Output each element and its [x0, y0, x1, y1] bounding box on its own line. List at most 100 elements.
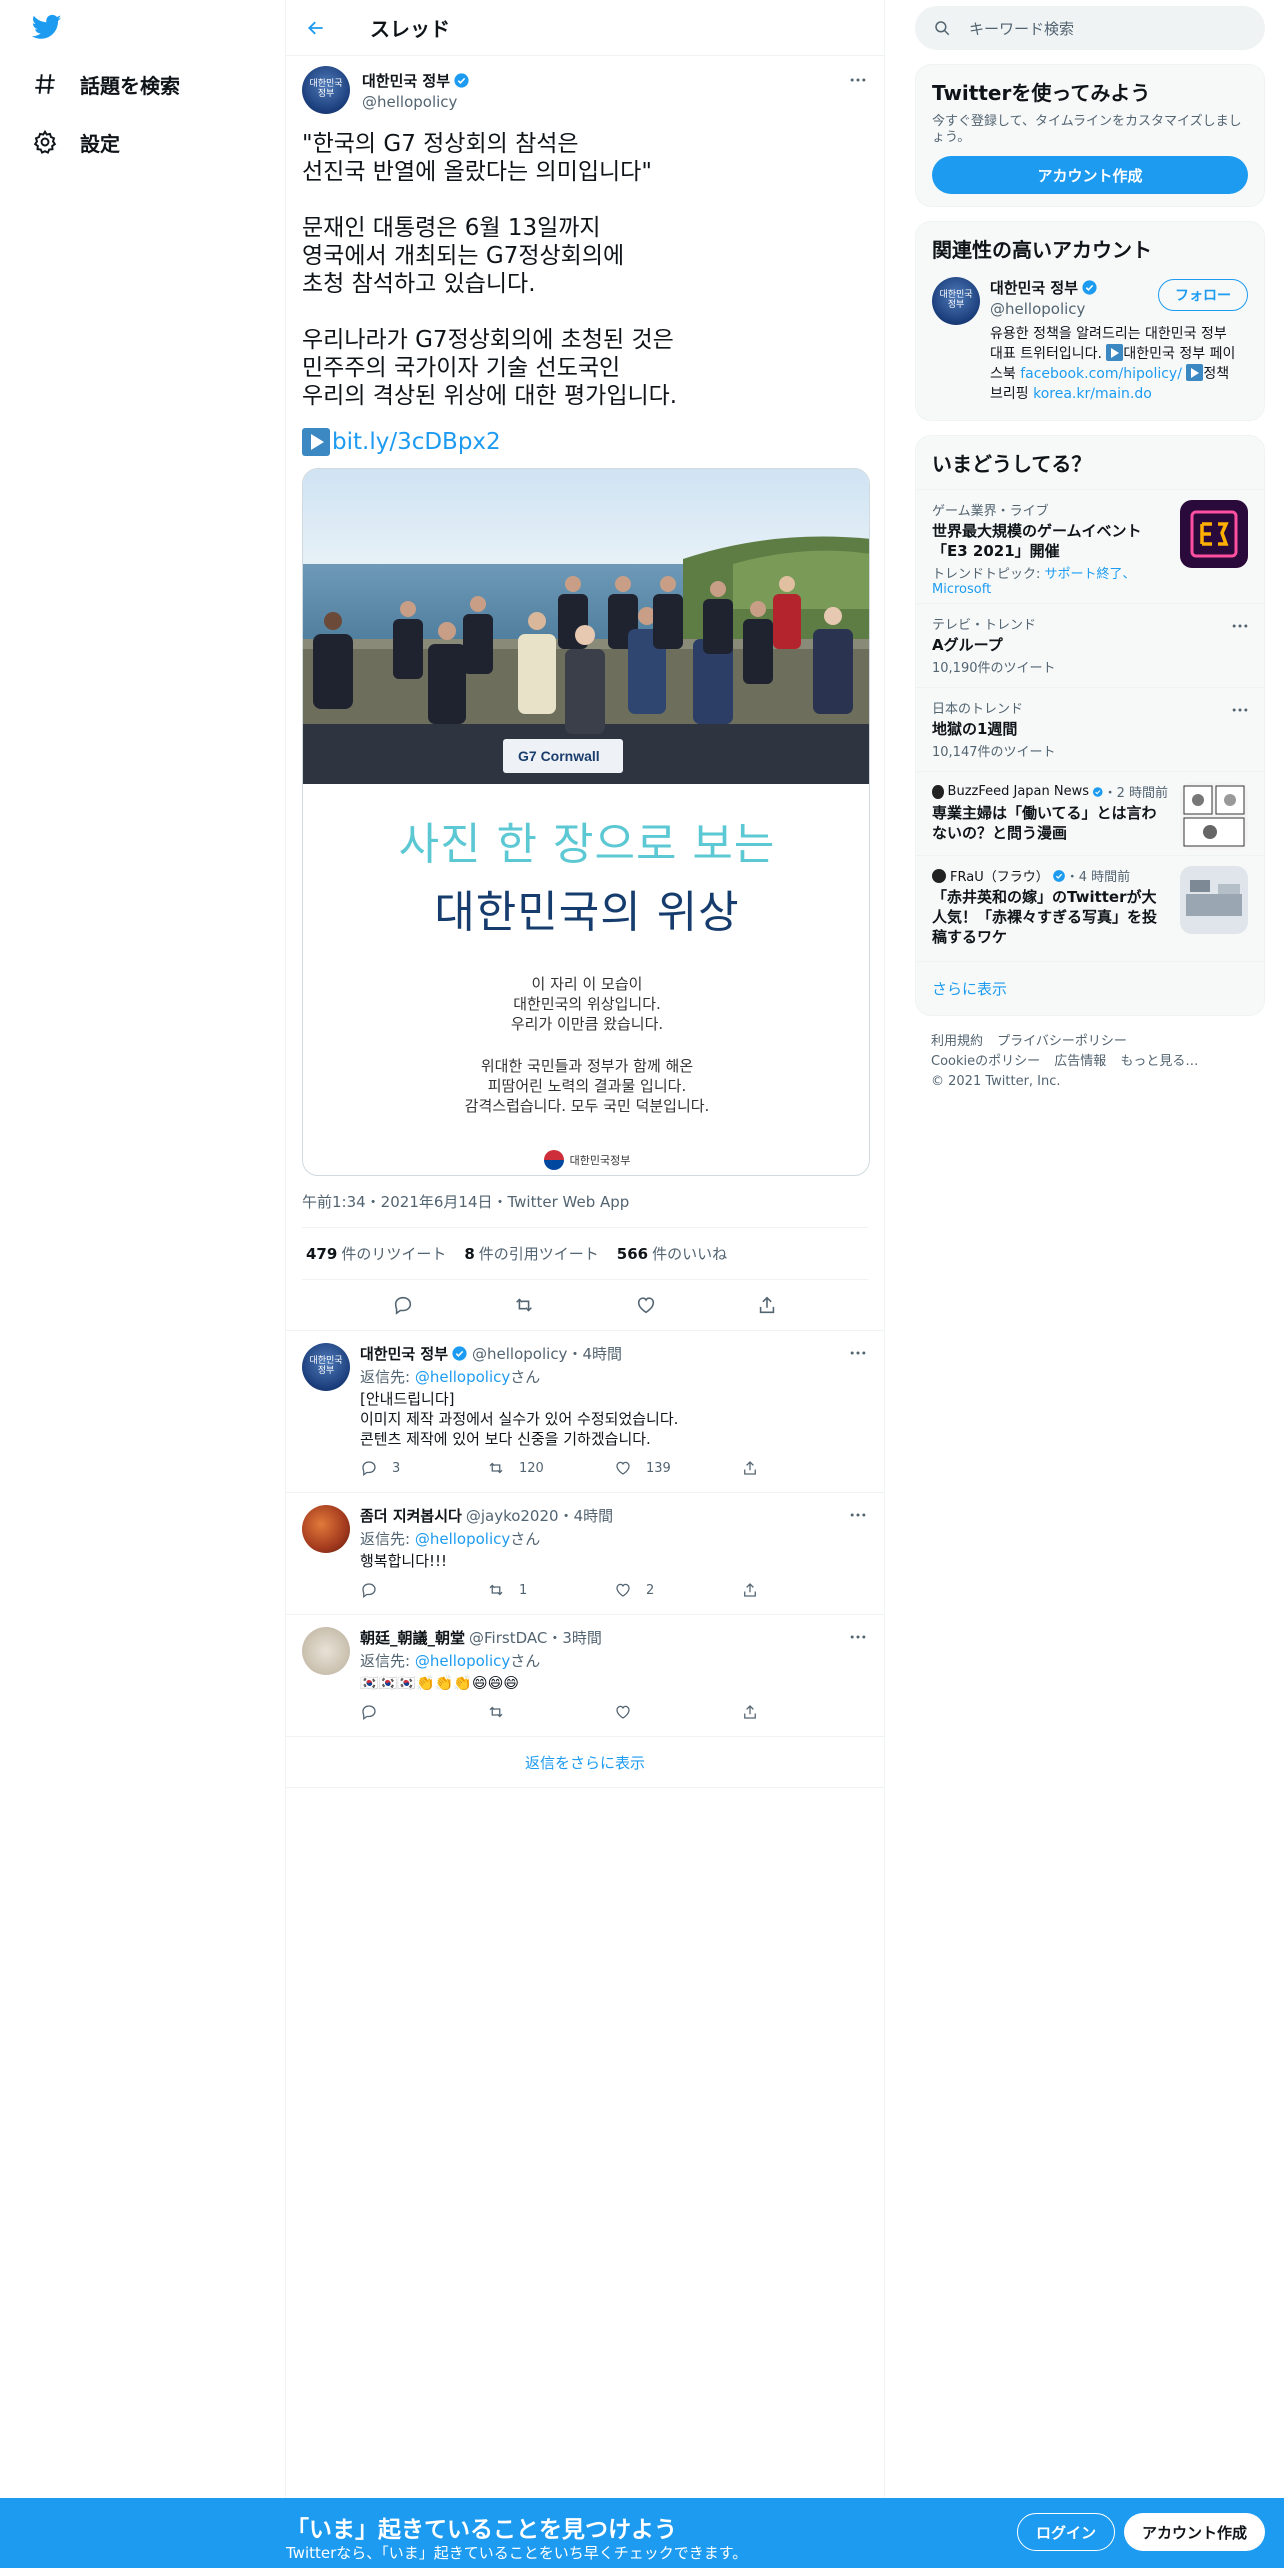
share-button[interactable]	[741, 1581, 868, 1599]
reply-author-name[interactable]: 대한민국 정부	[360, 1343, 448, 1364]
trends-panel: いまどうしてる？ ゲーム業界・ライブ 世界最大規模のゲームイベント「E3 202…	[915, 435, 1265, 1016]
bio-link-korea[interactable]: korea.kr/main.do	[1033, 386, 1152, 402]
tweet-media-image[interactable]: G7 Cornwall 사진 한 장으로 보는 대한민국의 위상 이 자리 이 …	[302, 468, 870, 1176]
retweet-button[interactable]: 120	[487, 1459, 614, 1477]
reply-button[interactable]	[360, 1703, 487, 1721]
more-options-icon[interactable]	[848, 1627, 868, 1647]
footer-link-ads[interactable]: 広告情報	[1054, 1054, 1106, 1069]
login-button[interactable]: ログイン	[1017, 2513, 1116, 2551]
related-account[interactable]: 대한민국 정부 대한민국 정부 @hellopolicy 유용한 정책을 알려드…	[932, 277, 1248, 404]
reply-tweet[interactable]: 좀더 지켜봅시다 @jayko2020 ・4時間 返信先: @hellopoli…	[286, 1492, 884, 1614]
more-options-icon[interactable]	[848, 1343, 868, 1363]
footer-link-cookies[interactable]: Cookieのポリシー	[931, 1054, 1040, 1069]
see-more-link[interactable]: さらに表示	[916, 961, 1264, 1015]
quote-count[interactable]: 8 件の引用ツイート	[464, 1243, 598, 1264]
reply-author-handle[interactable]: @jayko2020	[466, 1507, 559, 1525]
reply-time[interactable]: ・3時間	[547, 1627, 602, 1648]
share-icon[interactable]	[756, 1294, 778, 1316]
footer-link-more[interactable]: もっと見る…	[1120, 1054, 1198, 1069]
retweet-icon[interactable]	[513, 1294, 535, 1316]
search-input[interactable]: キーワード検索	[915, 6, 1265, 50]
follow-button[interactable]: フォロー	[1158, 279, 1248, 311]
right-sidebar: キーワード検索 Twitterを使ってみよう 今すぐ登録して、タイムラインをカス…	[915, 0, 1265, 1108]
share-button[interactable]	[741, 1459, 868, 1477]
reply-icon	[362, 1583, 376, 1599]
tweet-timestamp[interactable]: 午前1:34・2021年6月14日・Twitter Web App	[302, 1192, 868, 1228]
reply-actions	[360, 1703, 868, 1721]
reply-author-handle[interactable]: @FirstDAC	[469, 1629, 547, 1647]
verified-badge-icon	[1082, 280, 1097, 295]
trend-item[interactable]: ゲーム業界・ライブ 世界最大規模のゲームイベント「E3 2021」開催 トレンド…	[916, 489, 1264, 603]
news-item[interactable]: BuzzFeed Japan News ・2 時間前 専業主婦は「働いてる」とは…	[916, 771, 1264, 855]
reply-actions: 3 120 139	[360, 1459, 868, 1477]
reply-to-link[interactable]: @hellopolicy	[415, 1530, 510, 1548]
avatar[interactable]: 대한민국 정부	[302, 66, 350, 114]
nav-explore[interactable]: 話題を検索	[32, 64, 180, 104]
reply-time[interactable]: ・4時間	[567, 1343, 622, 1364]
manga-thumbnail	[1180, 782, 1248, 850]
account-name-text: 대한민국 정부	[990, 279, 1079, 297]
reply-time[interactable]: ・4時間	[559, 1505, 614, 1526]
footer-link-terms[interactable]: 利用規約	[931, 1034, 983, 1049]
reply-to-link[interactable]: @hellopolicy	[415, 1652, 510, 1670]
tweet-link[interactable]: bit.ly/3cDBpx2	[332, 428, 501, 456]
author-name-text: 대한민국 정부	[362, 72, 451, 90]
like-button[interactable]	[614, 1703, 741, 1721]
reply-button[interactable]: 3	[360, 1459, 487, 1477]
twitter-logo-icon[interactable]	[30, 12, 64, 42]
reply-icon[interactable]	[392, 1294, 414, 1316]
avatar[interactable]	[302, 1627, 350, 1675]
card-paragraph-2: 위대한 국민들과 정부가 함께 해온 피땀어린 노력의 결과물 입니다. 감격스…	[464, 1057, 710, 1115]
like-heart-icon	[616, 1461, 630, 1475]
more-options-icon[interactable]	[848, 70, 868, 90]
more-options-icon[interactable]	[1230, 700, 1250, 720]
more-options-icon[interactable]	[1230, 616, 1250, 636]
trend-item[interactable]: 日本のトレンド 地獄の1週間 10,147件のツイート	[916, 687, 1264, 771]
like-count[interactable]: 566 件のいいね	[617, 1243, 727, 1264]
like-button[interactable]: 2	[614, 1581, 741, 1599]
retweet-button[interactable]: 1	[487, 1581, 614, 1599]
avatar[interactable]	[302, 1505, 350, 1553]
avatar[interactable]: 대한민국 정부	[302, 1343, 350, 1391]
trend-meta: テレビ・トレンド	[932, 618, 1037, 633]
more-options-icon[interactable]	[848, 1505, 868, 1525]
trend-item[interactable]: テレビ・トレンド Aグループ 10,190件のツイート	[916, 603, 1264, 687]
reply-tweet[interactable]: 대한민국 정부 대한민국 정부 @hellopolicy ・4時間 返信先: @…	[286, 1330, 884, 1492]
bio-link-facebook[interactable]: facebook.com/hipolicy/	[1020, 366, 1182, 382]
like-button[interactable]: 139	[614, 1459, 741, 1477]
news-item[interactable]: FRaU（フラウ） ・4 時間前 「赤井英和の嫁」のTwitterが大人気！「赤…	[916, 855, 1264, 961]
reply-author-name[interactable]: 좀더 지켜봅시다	[360, 1505, 462, 1526]
trend-sub-prefix: トレンドトピック:	[932, 567, 1045, 582]
verified-badge-icon	[1052, 869, 1065, 882]
government-seal: 대한민국정부	[303, 1150, 869, 1170]
back-arrow-icon[interactable]	[306, 18, 326, 38]
share-button[interactable]	[741, 1703, 868, 1721]
nav-settings[interactable]: 設定	[32, 122, 120, 162]
reply-to-line: 返信先: @hellopolicyさん	[360, 1366, 868, 1387]
trend-title: 世界最大規模のゲームイベント「E3 2021」開催	[932, 522, 1142, 560]
reply-author-handle[interactable]: @hellopolicy	[472, 1345, 567, 1363]
show-more-replies-button[interactable]: 返信をさらに表示	[286, 1736, 884, 1788]
thread-column: スレッド 대한민국 정부 대한민국 정부 @hellopolicy "한국의 G…	[285, 0, 885, 2498]
taeguk-emblem-icon	[543, 1150, 564, 1170]
retweet-count[interactable]: 479 件のリツイート	[306, 1243, 446, 1264]
bottom-bar-subtitle: Twitterなら、「いま」起きていることをいち早くチェックできます。	[286, 2544, 748, 2562]
reply-to-link[interactable]: @hellopolicy	[415, 1368, 510, 1386]
retweet-button[interactable]	[487, 1703, 614, 1721]
share-icon	[744, 1705, 756, 1719]
author-handle[interactable]: @hellopolicy	[362, 93, 470, 111]
play-button-emoji-icon	[1186, 364, 1204, 381]
signup-button[interactable]: アカウント作成	[1124, 2513, 1266, 2551]
reply-header: 대한민국 정부 @hellopolicy ・4時間	[360, 1343, 868, 1364]
reply-tweet[interactable]: 朝廷_朝議_朝堂 @FirstDAC ・3時間 返信先: @hellopolic…	[286, 1614, 884, 1736]
reply-author-name[interactable]: 朝廷_朝議_朝堂	[360, 1627, 465, 1648]
retweet-count: 1	[519, 1582, 528, 1598]
create-account-button[interactable]: アカウント作成	[932, 156, 1248, 194]
author-name[interactable]: 대한민국 정부	[362, 70, 470, 91]
avatar[interactable]: 대한민국 정부	[932, 277, 980, 325]
reply-button[interactable]	[360, 1581, 487, 1599]
trend-title: Aグループ	[932, 636, 1003, 654]
footer-link-privacy[interactable]: プライバシーポリシー	[997, 1034, 1127, 1049]
like-heart-icon[interactable]	[635, 1294, 657, 1316]
card-text-area: 사진 한 장으로 보는 대한민국의 위상 이 자리 이 모습이 대한민국의 위상…	[303, 784, 869, 1175]
